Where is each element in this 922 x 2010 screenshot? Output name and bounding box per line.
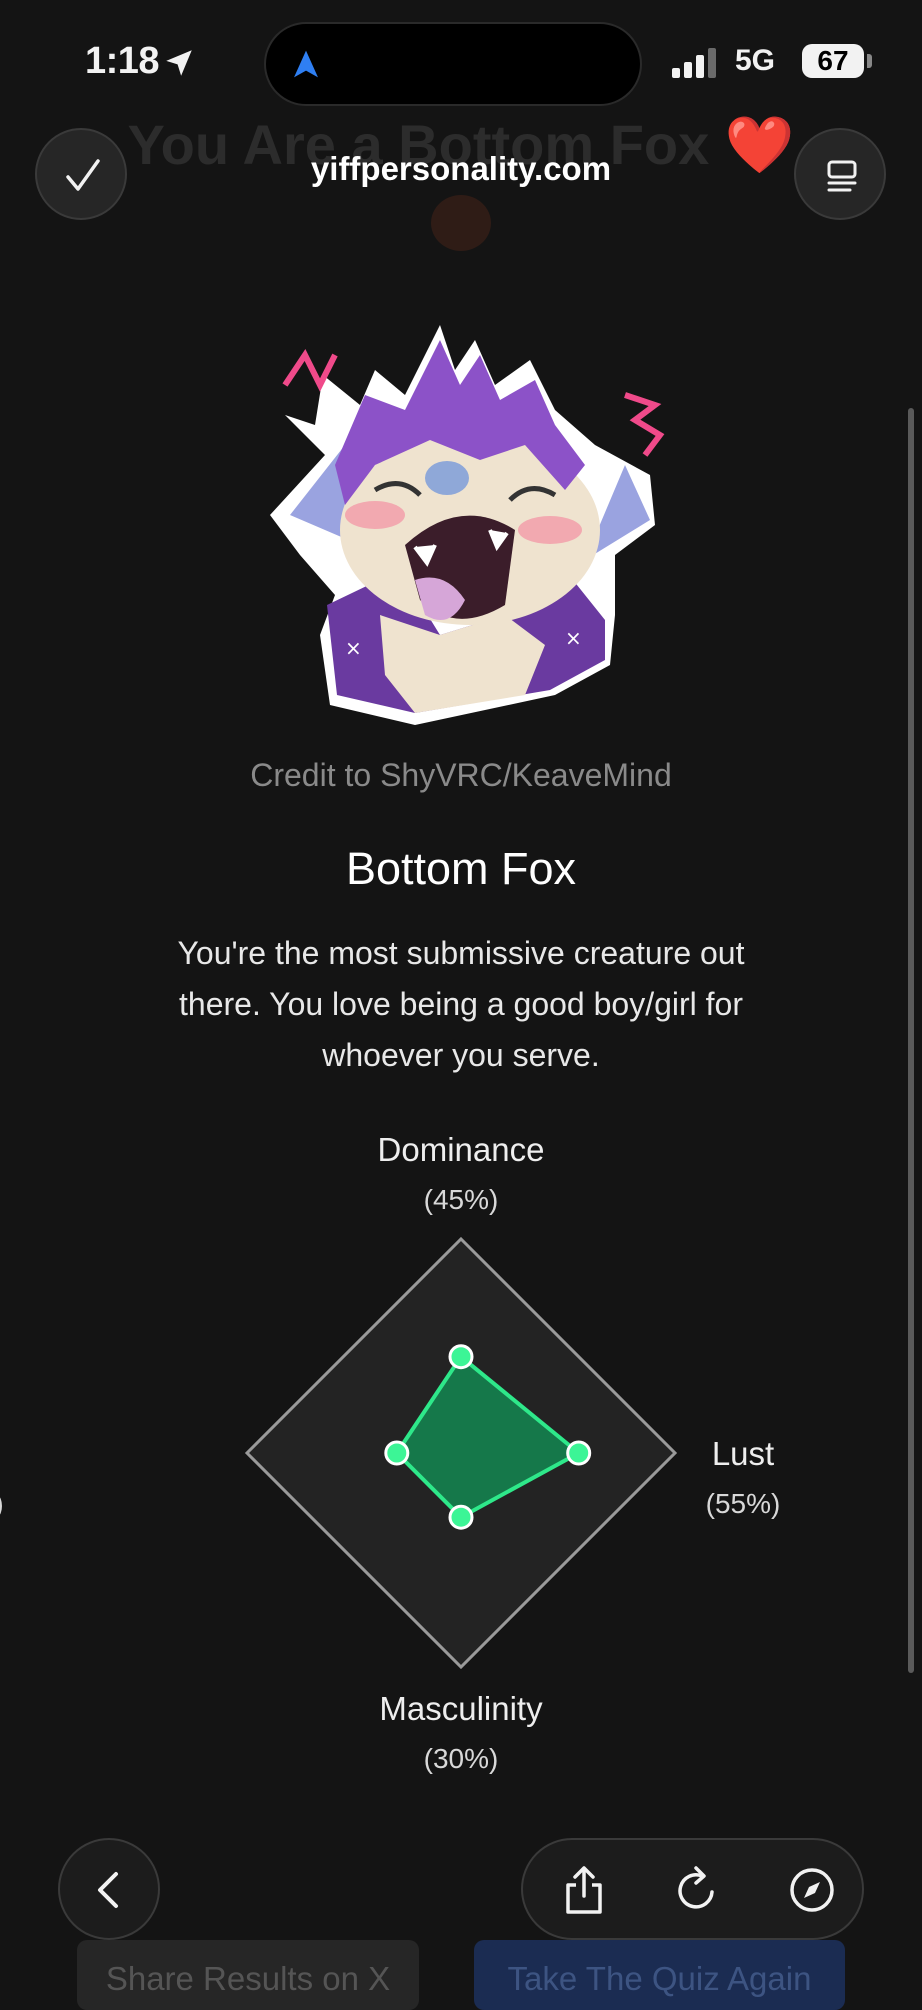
- radar-point-dominance: [448, 1344, 474, 1370]
- axis-label-dominance: Dominance: [378, 1131, 545, 1168]
- battery-indicator: 67: [802, 44, 864, 78]
- bottom-fox-illustration: × ×: [270, 325, 665, 725]
- axis-value-lust: (55%): [706, 1488, 781, 1519]
- reload-button[interactable]: [668, 1862, 724, 1918]
- tab-overview-button[interactable]: [794, 128, 886, 220]
- axis-label-lust: Lust: [712, 1435, 774, 1472]
- result-title: Bottom Fox: [345, 843, 577, 894]
- chevron-left-icon: [98, 1872, 118, 1908]
- url-bar[interactable]: yiffpersonality.com: [0, 150, 922, 188]
- axis-label-masculinity: Masculinity: [379, 1690, 543, 1727]
- image-credit: Credit to ShyVRC/KeaveMind: [250, 757, 672, 793]
- browser-toolbar: [521, 1838, 864, 1940]
- share-icon: [566, 1866, 602, 1914]
- reload-icon: [678, 1866, 714, 1909]
- axis-value-kink: (30%): [0, 1488, 4, 1519]
- emoji-icon: [431, 195, 491, 251]
- result-description: You're the most submissive creature out …: [177, 935, 745, 1073]
- svg-text:×: ×: [565, 626, 582, 650]
- tab-overview-icon: [827, 160, 857, 192]
- navigation-arrow-icon: [294, 50, 318, 78]
- battery-tip: [867, 54, 872, 68]
- axis-value-masculinity: (30%): [424, 1743, 499, 1774]
- compass-button[interactable]: [784, 1862, 840, 1918]
- radar-point-kink: [384, 1440, 410, 1466]
- axis-value-dominance: (45%): [424, 1184, 499, 1215]
- status-time: 1:18: [85, 40, 160, 82]
- cellular-signal-icon: [672, 48, 716, 78]
- compass-icon: [790, 1868, 834, 1912]
- svg-text:×: ×: [345, 636, 362, 660]
- stats-radar-chart: Dominance(45%)Lust(55%)Masculinity(30%)K…: [0, 1131, 781, 1774]
- radar-point-masculinity: [448, 1504, 474, 1530]
- radar-point-lust: [566, 1440, 592, 1466]
- back-button[interactable]: [58, 1838, 160, 1940]
- share-button[interactable]: [556, 1862, 612, 1918]
- network-type: 5G: [735, 44, 776, 77]
- status-bar: 1:18 5G 67: [0, 0, 922, 110]
- location-arrow-icon: [166, 50, 192, 76]
